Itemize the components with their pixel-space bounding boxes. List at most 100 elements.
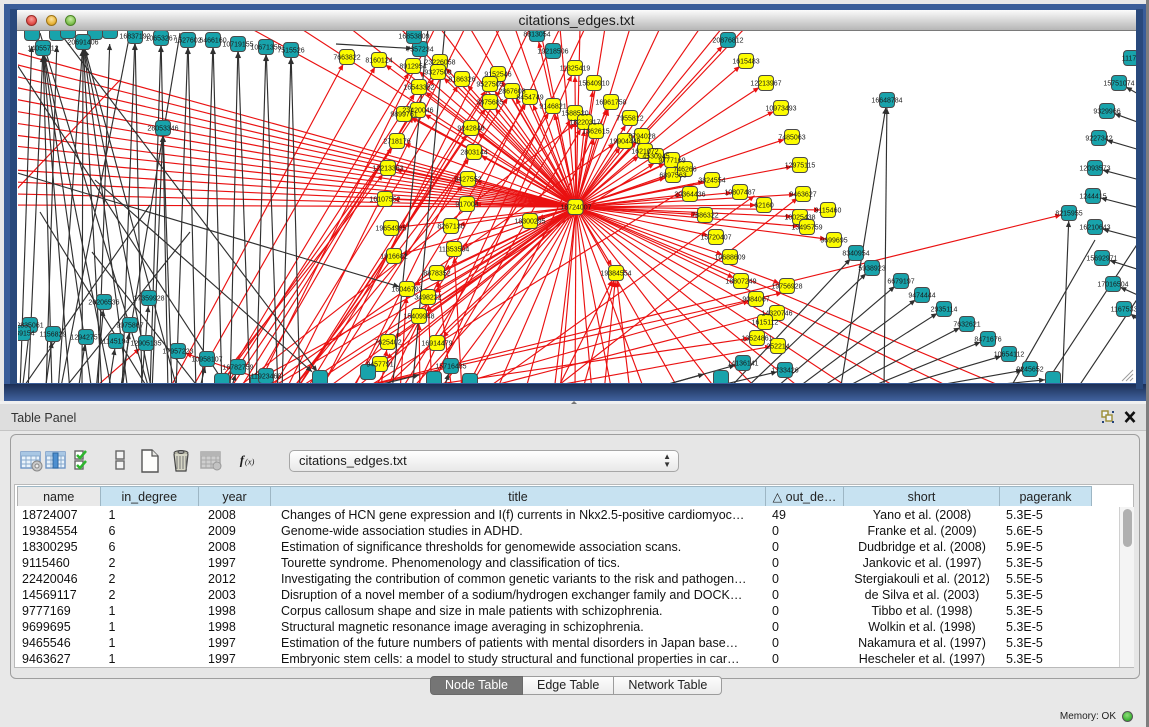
svg-text:6679197: 6679197 [887, 279, 914, 286]
svg-text:12905135: 12905135 [130, 341, 161, 348]
svg-text:19384554: 19384554 [600, 271, 631, 278]
svg-text:2835061: 2835061 [18, 323, 44, 330]
svg-text:14320746: 14320746 [761, 311, 792, 318]
svg-text:9463627: 9463627 [789, 192, 816, 199]
svg-text:18220317: 18220317 [569, 120, 600, 127]
svg-text:15409948: 15409948 [403, 314, 434, 321]
svg-text:17957223: 17957223 [162, 349, 193, 356]
svg-text:28053346: 28053346 [147, 126, 178, 133]
svg-text:18724007: 18724007 [560, 205, 591, 212]
svg-text:9975867: 9975867 [116, 323, 143, 330]
svg-text:12975115: 12975115 [785, 163, 816, 170]
svg-text:17359928: 17359928 [133, 296, 164, 303]
svg-text:16961758: 16961758 [595, 100, 626, 107]
svg-text:8454749: 8454749 [516, 95, 543, 102]
svg-text:9474444: 9474444 [908, 293, 935, 300]
svg-text:9899761: 9899761 [390, 112, 417, 119]
svg-text:16914479: 16914479 [421, 341, 452, 348]
svg-text:746266: 746266 [673, 167, 696, 174]
svg-text:16648784: 16648784 [871, 98, 902, 105]
svg-text:19654985: 19654985 [375, 226, 406, 233]
svg-text:7357234: 7357234 [406, 47, 433, 54]
svg-text:12213967: 12213967 [750, 81, 781, 88]
svg-text:19756928: 19756928 [771, 284, 802, 291]
svg-text:7886322: 7886322 [691, 213, 718, 220]
svg-text:10688609: 10688609 [714, 255, 745, 262]
svg-text:12213363: 12213363 [372, 166, 403, 173]
svg-text:9152546: 9152546 [484, 72, 511, 79]
svg-text:18807249: 18807249 [725, 279, 756, 286]
svg-text:10973493: 10973493 [765, 106, 796, 113]
svg-text:11325419: 11325419 [560, 66, 591, 73]
svg-text:17016504: 17016504 [1097, 282, 1128, 289]
svg-text:20876812: 20876812 [712, 38, 743, 45]
svg-text:7632621: 7632621 [953, 322, 980, 329]
svg-text:8912954: 8912954 [399, 64, 426, 71]
svg-text:8340954: 8340954 [842, 251, 869, 258]
svg-text:10653267: 10653267 [145, 36, 176, 43]
svg-text:8186326: 8186326 [448, 77, 475, 84]
svg-text:8878352: 8878352 [423, 271, 450, 278]
svg-text:12093573: 12093573 [1079, 166, 1110, 173]
svg-text:9427552: 9427552 [454, 177, 481, 184]
svg-text:1244415: 1244415 [1079, 194, 1106, 201]
svg-text:9329966: 9329966 [1093, 109, 1120, 116]
svg-text:917004: 917004 [455, 202, 478, 209]
svg-text:16543362: 16543362 [403, 85, 434, 92]
svg-text:3824554: 3824554 [698, 178, 725, 185]
svg-text:16107552: 16107552 [369, 197, 400, 204]
svg-text:11174: 11174 [1122, 56, 1136, 63]
svg-text:10654112: 10654112 [994, 352, 1025, 359]
svg-text:15640910: 15640910 [578, 81, 609, 88]
svg-text:10958107: 10958107 [191, 357, 222, 364]
svg-text:2718176: 2718176 [383, 139, 410, 146]
svg-text:9146821: 9146821 [539, 104, 566, 111]
svg-text:13495759: 13495759 [791, 225, 822, 232]
svg-text:1916682: 1916682 [380, 254, 407, 261]
svg-text:9242848: 9242848 [457, 126, 484, 133]
svg-text:9777169: 9777169 [658, 158, 685, 165]
svg-text:6897563: 6897563 [659, 173, 686, 180]
svg-text:9327509: 9327509 [424, 70, 451, 77]
svg-text:16853809: 16853809 [398, 34, 429, 41]
svg-text:14136141: 14136141 [727, 361, 758, 368]
svg-text:15692971: 15692971 [1086, 256, 1117, 263]
svg-text:1156829: 1156829 [40, 332, 67, 339]
svg-text:16782759: 16782759 [222, 365, 253, 372]
svg-text:8267130: 8267130 [437, 224, 464, 231]
svg-text:8160124: 8160124 [365, 58, 392, 65]
svg-text:7485063: 7485063 [778, 135, 805, 142]
svg-text:10719155: 10719155 [222, 42, 253, 49]
svg-text:9227342: 9227342 [1085, 136, 1112, 143]
svg-text:20364436: 20364436 [674, 192, 705, 199]
svg-text:20691406: 20691406 [67, 40, 98, 47]
svg-text:11923468: 11923468 [251, 374, 282, 381]
svg-text:1733426: 1733426 [771, 368, 798, 375]
svg-text:8215955: 8215955 [1055, 211, 1082, 218]
svg-text:23226058: 23226058 [424, 60, 455, 67]
svg-text:62160: 62160 [754, 203, 774, 210]
svg-text:1588520: 1588520 [561, 111, 588, 118]
svg-text:8471676: 8471676 [974, 337, 1001, 344]
svg-text:9699695: 9699695 [820, 238, 847, 245]
svg-text:1145194: 1145194 [103, 339, 130, 346]
svg-text:11353504: 11353504 [439, 247, 470, 254]
svg-text:3498222: 3498222 [414, 295, 441, 302]
svg-text:1615483: 1615483 [732, 59, 759, 66]
svg-text:15720407: 15720407 [700, 235, 731, 242]
svg-text:8813054: 8813054 [523, 32, 550, 39]
svg-text:7515526: 7515526 [277, 48, 304, 55]
svg-text:10025438: 10025438 [784, 215, 815, 222]
svg-text:13524861: 13524861 [741, 336, 772, 343]
svg-text:9457791: 9457791 [366, 362, 393, 369]
svg-text:9084067: 9084067 [742, 297, 769, 304]
svg-text:15716485: 15716485 [435, 364, 466, 371]
svg-text:(x): (x) [245, 456, 255, 466]
svg-text:252214: 252214 [766, 344, 789, 351]
svg-text:1527602: 1527602 [174, 38, 201, 45]
svg-text:12942757: 12942757 [70, 335, 101, 342]
svg-text:7955812: 7955812 [616, 116, 643, 123]
svg-text:7663822: 7663822 [333, 55, 360, 62]
svg-text:939154: 939154 [18, 331, 35, 338]
svg-text:2935114: 2935114 [931, 307, 958, 314]
